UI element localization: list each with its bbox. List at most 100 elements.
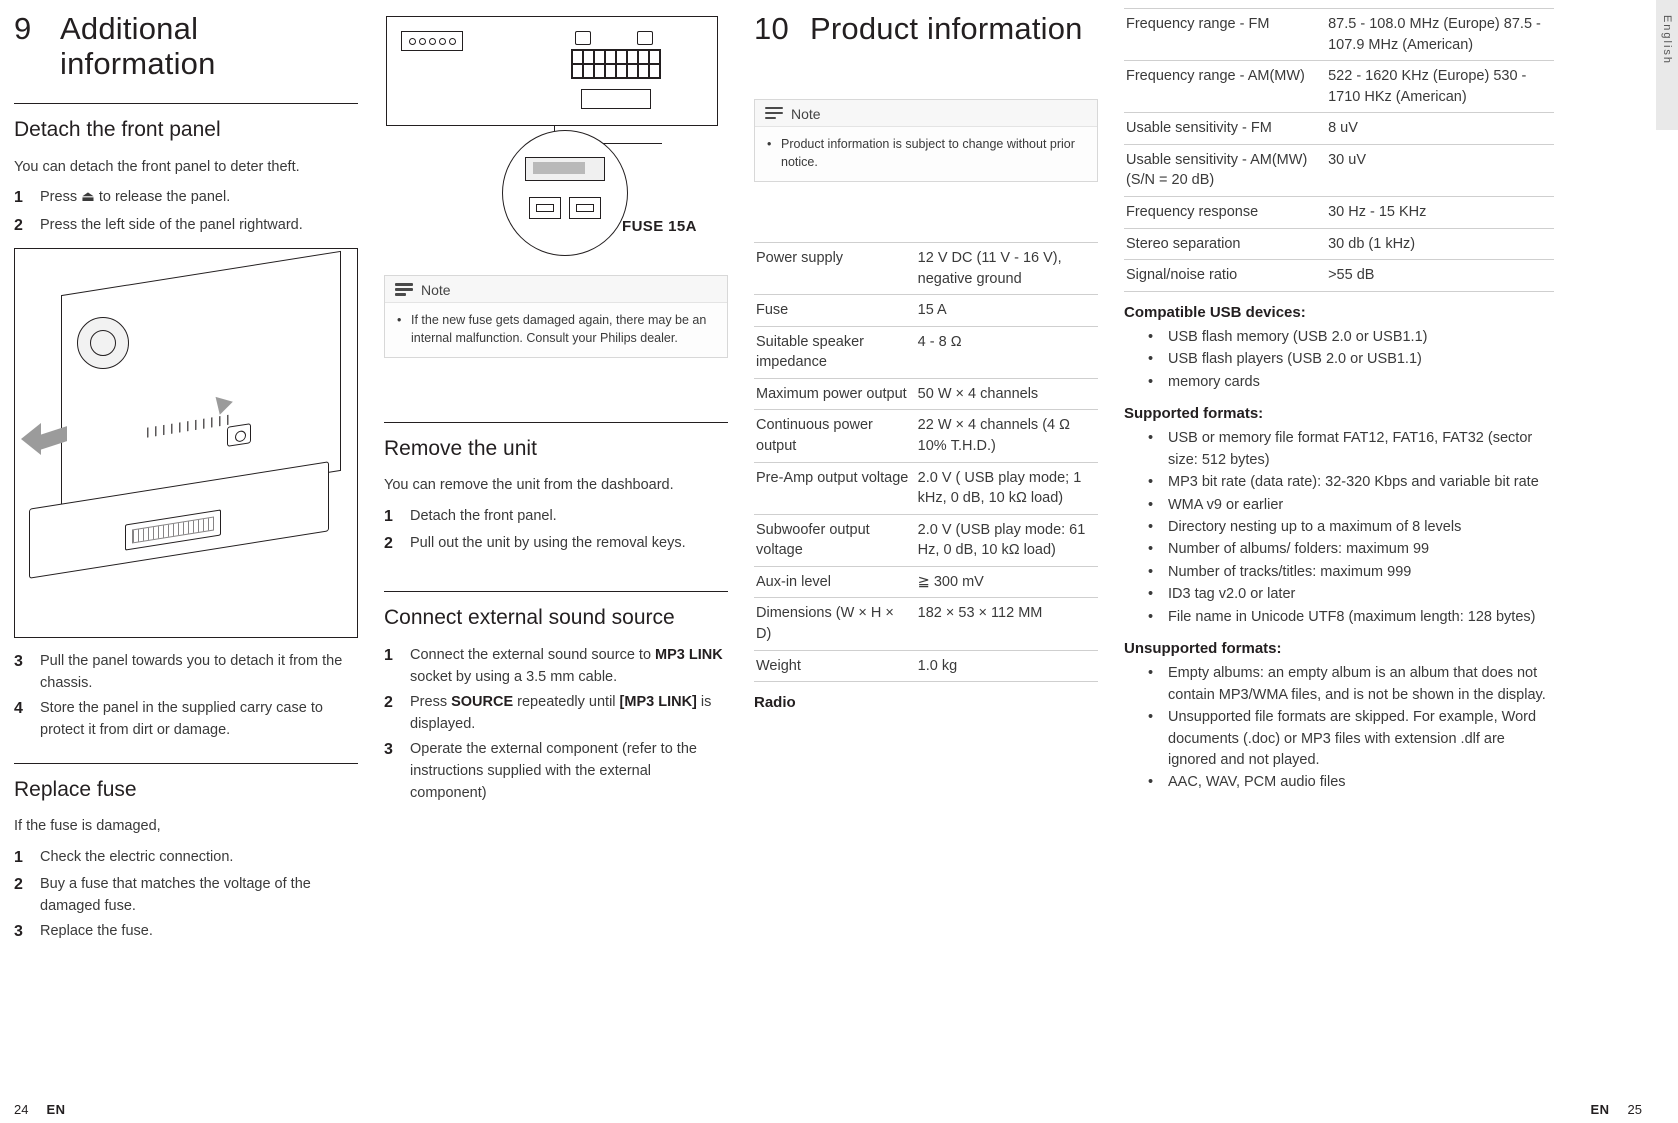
list-item: 1 Detach the front panel. <box>384 505 728 529</box>
spec-value: 30 Hz - 15 KHz <box>1326 196 1554 229</box>
footer-right: EN 25 <box>1590 1102 1642 1117</box>
panel-small-button-illustration <box>227 423 251 447</box>
list-item: • File name in Unicode UTF8 (maximum leng… <box>1148 607 1554 628</box>
table-row: Pre-Amp output voltage 2.0 V ( USB play m… <box>754 462 1098 515</box>
chapter-number: 10 <box>754 11 789 46</box>
bullet-icon: • <box>1148 373 1154 390</box>
connect-external-steps: 1 Connect the external sound source to M… <box>384 644 728 804</box>
spec-key: Maximum power output <box>754 378 916 411</box>
language-code-right: EN <box>1590 1102 1610 1117</box>
list-item-text: ID3 tag v2.0 or later <box>1168 586 1296 603</box>
bullet-icon: • <box>1148 665 1154 682</box>
chapter-title: Additional information <box>60 11 216 81</box>
list-item: 4 Store the panel in the supplied carry … <box>14 697 358 741</box>
spec-value: 4 - 8 Ω <box>915 326 1098 379</box>
list-item-text: WMA v9 or earlier <box>1168 496 1284 513</box>
table-row: Frequency response 30 Hz - 15 KHz <box>1124 196 1554 229</box>
step-number: 3 <box>384 741 393 759</box>
step-text: Buy a fuse that matches the voltage of t… <box>40 876 311 915</box>
spec-value: 522 - 1620 KHz (Europe) 530 - 1710 HKz (… <box>1326 60 1554 114</box>
table-row: Frequency range - FM 87.5 - 108.0 MHz (Eu… <box>1124 7 1554 62</box>
list-item: 2 Press the left side of the panel right… <box>14 214 358 238</box>
list-item: • If the new fuse gets damaged again, th… <box>397 311 715 347</box>
list-item: • ID3 tag v2.0 or later <box>1148 584 1554 605</box>
list-item: • Unsupported file formats are skipped. F… <box>1148 707 1554 771</box>
bold-term: MP3 LINK <box>655 646 723 663</box>
bold-term: SOURCE <box>451 693 514 710</box>
fuse-label: FUSE 15A <box>622 218 697 235</box>
replace-fuse-steps: 1 Check the electric connection. 2 Buy a… <box>14 846 358 945</box>
chapter-number: 9 <box>14 11 32 46</box>
list-item: • memory cards <box>1148 372 1554 393</box>
connector-dots-illustration <box>401 31 463 51</box>
note-icon <box>765 106 783 122</box>
step-text: Replace the fuse. <box>40 923 153 940</box>
table-row: Subwoofer output voltage 2.0 V (USB play … <box>754 514 1098 567</box>
step-text: Check the electric connection. <box>40 848 234 865</box>
list-item: 1 Connect the external sound source to M… <box>384 644 728 688</box>
list-item: 2 Pull out the unit by using the removal… <box>384 532 728 556</box>
note-text: Product information is subject to change… <box>781 136 1075 169</box>
bullet-icon: • <box>1148 608 1154 625</box>
note-box-product-info: Note • Product information is subject to… <box>754 98 1098 182</box>
step-text: Press SOURCE repeatedly until [MP3 LINK]… <box>410 693 712 732</box>
list-item-text: Empty albums: an empty album is an album… <box>1168 665 1546 703</box>
list-item: • AAC, WAV, PCM audio files <box>1148 772 1554 793</box>
step-text: Press the left side of the panel rightwa… <box>40 216 303 233</box>
radio-heading: Radio <box>754 694 796 712</box>
spec-value: 15 A <box>915 294 1098 327</box>
list-item-text: File name in Unicode UTF8 (maximum lengt… <box>1168 608 1536 625</box>
spec-value: 8 uV <box>1326 112 1554 145</box>
divider <box>384 422 728 424</box>
step-text: Pull the panel towards you to detach it … <box>40 652 343 691</box>
step-number: 1 <box>384 646 393 664</box>
step-number: 2 <box>14 876 23 894</box>
section-replace-fuse-title: Replace fuse <box>14 778 137 802</box>
table-row: Power supply 12 V DC (11 V - 16 V), negat… <box>754 241 1098 296</box>
unsupported-formats-heading: Unsupported formats: <box>1124 640 1282 658</box>
supported-formats-list: • USB or memory file format FAT12, FAT16,… <box>1124 428 1554 628</box>
note-icon <box>395 282 413 298</box>
language-tab: English <box>1656 0 1678 130</box>
note-header: Note <box>755 99 1097 127</box>
list-item: • Product information is subject to chan… <box>767 135 1085 171</box>
chapter-heading-10: 10 Product information <box>754 11 1098 47</box>
table-row: Weight 1.0 kg <box>754 650 1098 683</box>
spec-key: Frequency range - FM <box>1124 7 1327 62</box>
bullet-icon: • <box>1148 518 1154 535</box>
compatible-usb-list: • USB flash memory (USB 2.0 or USB1.1) • U… <box>1124 327 1554 393</box>
section-detach-intro: You can detach the front panel to deter … <box>14 158 300 175</box>
table-row: Fuse 15 A <box>754 294 1098 327</box>
spec-key: Aux-in level <box>754 566 916 599</box>
chapter-heading-9: 9 Additional information <box>14 11 358 81</box>
note-label: Note <box>421 282 451 298</box>
figure-fuse-location: FUSE 15A <box>384 10 728 265</box>
step-number: 3 <box>14 923 23 941</box>
spec-key: Suitable speaker impedance <box>754 326 916 379</box>
list-item: • USB or memory file format FAT12, FAT16,… <box>1148 428 1554 471</box>
detach-steps-after: 3 Pull the panel towards you to detach i… <box>14 650 358 741</box>
page-number-right: 25 <box>1627 1102 1642 1117</box>
bullet-icon: • <box>1148 586 1154 603</box>
spec-key: Continuous power output <box>754 409 916 463</box>
bold-term-2: [MP3 LINK] <box>619 693 697 710</box>
spec-key: Frequency range - AM(MW) <box>1124 60 1327 114</box>
note-label: Note <box>791 105 821 122</box>
section-replace-fuse-intro: If the fuse is damaged, <box>14 818 161 835</box>
column-three: 10 Product information Note • Product in… <box>754 8 1124 1123</box>
table-row: Aux-in level ≧ 300 mV <box>754 566 1098 599</box>
step-text: Detach the front panel. <box>410 508 557 525</box>
list-item: 1 Check the electric connection. <box>14 846 358 870</box>
list-item-text: USB or memory file format FAT12, FAT16, … <box>1168 430 1533 468</box>
step-text: Operate the external component (refer to… <box>410 741 697 802</box>
list-item-text: Unsupported file formats are skipped. Fo… <box>1168 709 1537 769</box>
column-two: FUSE 15A Note • If the new fuse gets dam… <box>384 8 754 1123</box>
page-number-left: 24 <box>14 1102 29 1117</box>
bullet-icon: • <box>1148 351 1154 368</box>
step-text: Pull out the unit by using the removal k… <box>410 535 686 552</box>
table-row: Signal/noise ratio >55 dB <box>1124 259 1554 292</box>
note-body: • Product information is subject to chan… <box>755 127 1097 181</box>
bullet-icon: • <box>1148 430 1154 447</box>
list-item: • MP3 bit rate (data rate): 32-320 Kbps a… <box>1148 472 1554 493</box>
spec-key: Pre-Amp output voltage <box>754 462 916 515</box>
